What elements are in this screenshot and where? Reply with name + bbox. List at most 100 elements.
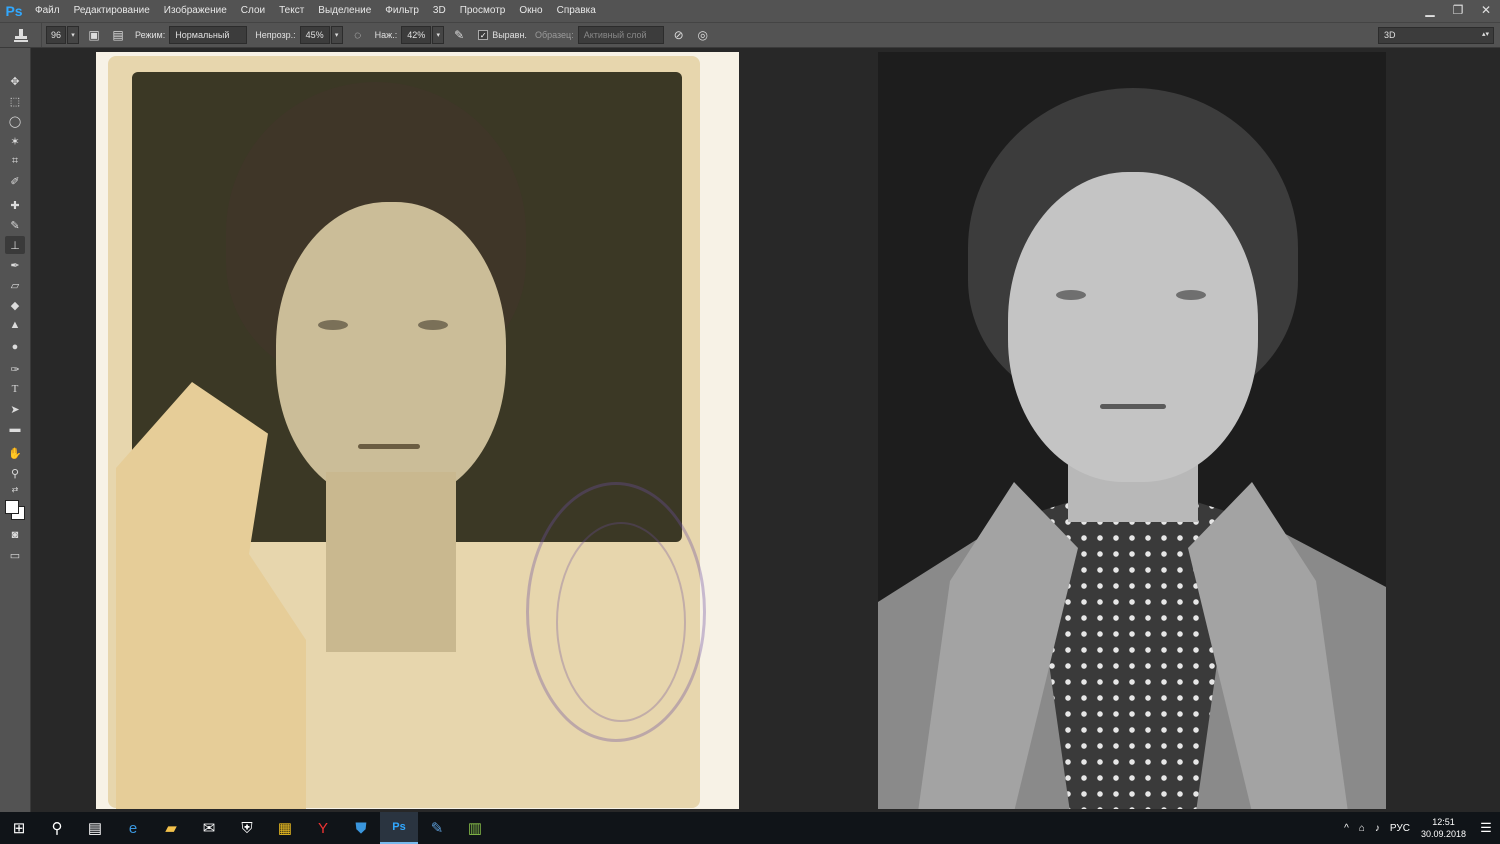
store-icon[interactable]: ▦ [266, 812, 304, 844]
tool-preset-picker[interactable] [0, 23, 42, 47]
type-tool-icon[interactable]: T [5, 380, 25, 398]
face-new [1008, 172, 1258, 482]
search-icon[interactable]: ⚲ [38, 812, 76, 844]
history-brush-tool-icon[interactable]: ✒ [5, 256, 25, 274]
move-tool-icon[interactable]: ✥ [5, 72, 25, 90]
window-controls: ▁ ❐ ✕ [1416, 0, 1500, 22]
restore-button[interactable]: ❐ [1444, 0, 1472, 20]
photoshop-logo: Ps [5, 3, 23, 19]
right-eye-new [1176, 290, 1206, 300]
flow-input[interactable]: 42% [401, 26, 432, 44]
dodge-tool-icon[interactable]: ● [5, 338, 25, 356]
menu-type[interactable]: Текст [272, 0, 311, 22]
marquee-tool-icon[interactable]: ⬚ [5, 92, 25, 110]
clock-time: 12:51 [1432, 817, 1455, 827]
screen-mode-icon[interactable]: ▭ [5, 546, 25, 564]
opacity-input[interactable]: 45% [299, 26, 330, 44]
left-eye-old [318, 320, 348, 330]
flow-dropdown-icon[interactable]: ▾ [432, 26, 445, 44]
file-explorer-icon[interactable]: ▰ [152, 812, 190, 844]
windows-start-icon[interactable]: ⊞ [0, 812, 38, 844]
rectangle-tool-icon[interactable]: ▬ [5, 420, 25, 438]
mail-icon[interactable]: ✉ [190, 812, 228, 844]
network-icon[interactable]: ⌂ [1354, 823, 1370, 834]
mode-label: Режим: [135, 30, 166, 40]
tools-panel: ✥ ⬚ ◯ ✶ ⌗ ✐ ✚ ✎ ⊥ ✒ ▱ ◆ ▲ ● ✑ T ➤ ▬ ✋ ⚲ … [0, 48, 31, 812]
opacity-label: Непрозр.: [255, 30, 296, 40]
mouth-new [1100, 404, 1166, 409]
original-damaged-photo [96, 52, 739, 809]
spreadsheet-icon[interactable]: ▥ [456, 812, 494, 844]
pressure-opacity-icon[interactable]: ◌ [349, 26, 367, 44]
ignore-adjustment-layers-icon[interactable]: ⊘ [670, 26, 688, 44]
brush-size-picker[interactable]: 96 [46, 26, 66, 44]
paint-bucket-tool-icon[interactable]: ◆ [5, 296, 25, 314]
ink-stamp-inner [556, 522, 686, 722]
clock-date: 30.09.2018 [1420, 829, 1466, 839]
workspace-value: 3D [1384, 30, 1396, 40]
crop-tool-icon[interactable]: ⌗ [5, 152, 25, 170]
left-eye-new [1056, 290, 1086, 300]
security-shield-icon[interactable]: ⛨ [228, 812, 266, 844]
opacity-dropdown-icon[interactable]: ▾ [330, 26, 343, 44]
menu-view[interactable]: Просмотр [453, 0, 513, 22]
menu-window[interactable]: Окно [512, 0, 549, 22]
right-eye-old [418, 320, 448, 330]
pressure-size-icon[interactable]: ◎ [694, 26, 712, 44]
clone-stamp-icon [13, 29, 28, 42]
menu-help[interactable]: Справка [550, 0, 603, 22]
chevron-down-icon: ▴▾ [1481, 31, 1489, 38]
menu-file[interactable]: Файл [28, 0, 67, 22]
pen-tool-icon[interactable]: ✑ [5, 360, 25, 378]
lasso-tool-icon[interactable]: ◯ [5, 112, 25, 130]
brush-size-dropdown-icon[interactable]: ▾ [67, 26, 79, 44]
volume-icon[interactable]: ♪ [1370, 823, 1385, 834]
sample-label: Образец: [534, 30, 574, 40]
edge-browser-icon[interactable]: e [114, 812, 152, 844]
quick-mask-icon[interactable]: ◙ [5, 526, 25, 544]
face-old [276, 202, 506, 502]
close-button[interactable]: ✕ [1472, 0, 1500, 20]
task-view-icon[interactable]: ▤ [76, 812, 114, 844]
healing-brush-tool-icon[interactable]: ✚ [5, 196, 25, 214]
editor-icon[interactable]: ✎ [418, 812, 456, 844]
eyedropper-tool-icon[interactable]: ✐ [5, 172, 25, 190]
airbrush-icon[interactable]: ✎ [450, 26, 468, 44]
chevron-up-icon[interactable]: ^ [1339, 823, 1354, 834]
clone-source-panel-icon[interactable]: ▤ [109, 26, 127, 44]
language-indicator[interactable]: РУС [1385, 823, 1415, 834]
menu-edit[interactable]: Редактирование [67, 0, 157, 22]
path-selection-tool-icon[interactable]: ➤ [5, 400, 25, 418]
foreground-color-swatch[interactable] [5, 500, 19, 514]
options-bar: 96 ▾ ▣ ▤ Режим: Нормальный Непрозр.: 45%… [0, 22, 1500, 48]
menu-filter[interactable]: Фильтр [378, 0, 426, 22]
magic-wand-tool-icon[interactable]: ✶ [5, 132, 25, 150]
hand-tool-icon[interactable]: ✋ [5, 444, 25, 462]
swap-colors-icon[interactable]: ⇄ [5, 484, 25, 494]
menu-layers[interactable]: Слои [234, 0, 272, 22]
clock[interactable]: 12:51 30.09.2018 [1415, 816, 1472, 840]
notifications-icon[interactable]: ☰ [1472, 820, 1500, 836]
aligned-label: Выравн. [492, 30, 527, 40]
clone-stamp-tool-icon[interactable]: ⊥ [5, 236, 25, 254]
workspace-select[interactable]: 3D ▴▾ [1378, 27, 1494, 44]
brush-tool-icon[interactable]: ✎ [5, 216, 25, 234]
photoshop-taskbar-icon[interactable]: Ps [380, 812, 418, 844]
aligned-checkbox[interactable]: ✓ [478, 30, 489, 40]
eraser-tool-icon[interactable]: ▱ [5, 276, 25, 294]
menu-bar: Ps Файл Редактирование Изображение Слои … [0, 0, 1500, 22]
menu-image[interactable]: Изображение [157, 0, 234, 22]
minimize-button[interactable]: ▁ [1416, 0, 1444, 20]
yandex-browser-icon[interactable]: Y [304, 812, 342, 844]
menu-3d[interactable]: 3D [426, 0, 453, 22]
blur-tool-icon[interactable]: ▲ [5, 316, 25, 334]
menu-select[interactable]: Выделение [311, 0, 378, 22]
windows-taskbar: ⊞ ⚲ ▤ e ▰ ✉ ⛨ ▦ Y ⛊ Ps ✎ ▥ ^ ⌂ ♪ РУС 12:… [0, 812, 1500, 844]
defender-icon[interactable]: ⛊ [342, 812, 380, 844]
restored-photo [878, 52, 1386, 809]
document-canvas[interactable] [32, 48, 1500, 812]
zoom-tool-icon[interactable]: ⚲ [5, 464, 25, 482]
mode-select[interactable]: Нормальный [169, 26, 248, 44]
sample-select[interactable]: Активный слой [577, 26, 664, 44]
brush-panel-icon[interactable]: ▣ [85, 26, 103, 44]
